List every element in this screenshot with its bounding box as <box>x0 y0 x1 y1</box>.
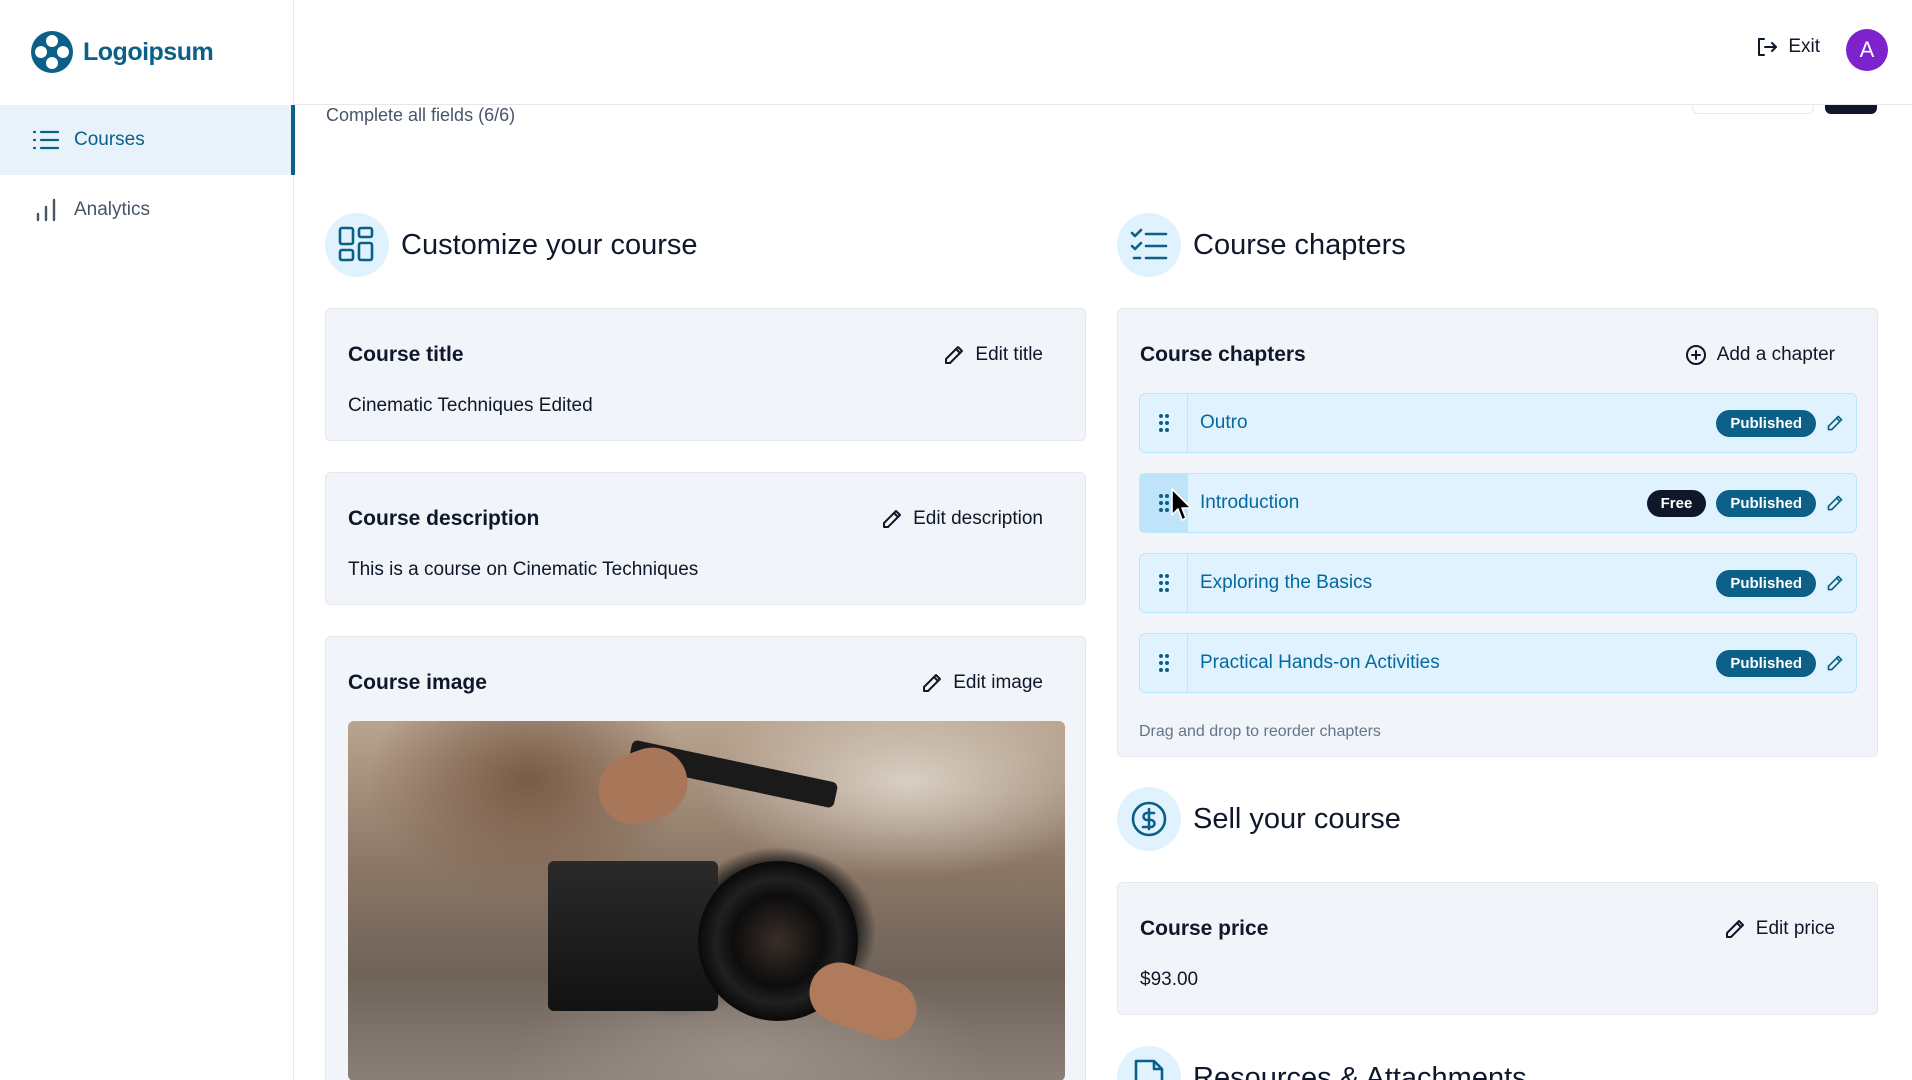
chapter-item[interactable]: Outro Published <box>1139 393 1857 453</box>
course-image <box>348 721 1065 1080</box>
section-title: Customize your course <box>401 228 698 261</box>
pencil-icon <box>1725 920 1744 938</box>
status-badge: Published <box>1716 409 1816 437</box>
dollar-circle-icon <box>1117 787 1181 851</box>
course-price-value: $93.00 <box>1140 969 1199 990</box>
pencil-icon[interactable] <box>1826 414 1844 432</box>
status-badge: Published <box>1716 569 1816 597</box>
chapter-title: Exploring the Basics <box>1200 572 1373 593</box>
card-title: Course chapters <box>1140 343 1306 366</box>
card-title: Course price <box>1140 917 1269 940</box>
reorder-hint: Drag and drop to reorder chapters <box>1139 723 1381 740</box>
course-description-value: This is a course on Cinematic Techniques <box>348 559 699 580</box>
edit-description-label: Edit description <box>913 508 1043 529</box>
grip-vertical-icon[interactable] <box>1140 554 1188 612</box>
plus-circle-icon <box>1685 345 1706 365</box>
list-icon <box>32 126 60 154</box>
chapter-item[interactable]: Introduction Free Published <box>1139 473 1857 533</box>
exit-button[interactable]: Exit <box>1756 36 1820 58</box>
sell-section-header: Sell your course <box>1117 787 1401 851</box>
free-badge: Free <box>1646 489 1707 517</box>
edit-image-button[interactable]: Edit image <box>921 672 1043 694</box>
edit-price-label: Edit price <box>1755 918 1835 939</box>
course-title-value: Cinematic Techniques Edited <box>348 395 593 416</box>
course-title-card: Course title Edit title Cinematic Techni… <box>325 308 1086 441</box>
topbar: Exit A <box>294 0 1912 105</box>
grip-vertical-icon[interactable] <box>1140 394 1188 452</box>
status-badge: Published <box>1716 649 1816 677</box>
course-image-card: Course image Edit image <box>325 636 1086 1080</box>
edit-image-label: Edit image <box>953 672 1043 693</box>
edit-description-button[interactable]: Edit description <box>881 508 1043 530</box>
pencil-icon <box>923 674 942 692</box>
status-badge: Published <box>1716 489 1816 517</box>
pencil-icon <box>945 346 964 364</box>
avatar[interactable]: A <box>1846 29 1888 71</box>
add-chapter-label: Add a chapter <box>1716 344 1835 365</box>
customize-section-header: Customize your course <box>325 213 698 277</box>
logo-icon <box>31 31 73 73</box>
sidebar-item-label: Courses <box>74 129 145 150</box>
chapter-item[interactable]: Exploring the Basics Published <box>1139 553 1857 613</box>
card-title: Course title <box>348 343 464 366</box>
mouse-cursor-icon <box>1170 487 1194 528</box>
chapter-item[interactable]: Practical Hands-on Activities Published <box>1139 633 1857 693</box>
grip-vertical-icon[interactable] <box>1140 634 1188 692</box>
card-title: Course image <box>348 671 487 694</box>
file-icon <box>1117 1046 1181 1080</box>
section-title: Resources & Attachments <box>1193 1061 1527 1080</box>
layout-dashboard-icon <box>325 213 389 277</box>
edit-title-button[interactable]: Edit title <box>943 344 1043 366</box>
resources-section-header: Resources & Attachments <box>1117 1046 1527 1080</box>
pencil-icon[interactable] <box>1826 494 1844 512</box>
log-out-icon <box>1758 38 1778 56</box>
bar-chart-icon <box>32 196 60 224</box>
course-chapters-card: Course chapters Add a chapter Outro Publ… <box>1117 308 1878 757</box>
pencil-icon[interactable] <box>1826 654 1844 672</box>
course-price-card: Course price Edit price $93.00 <box>1117 882 1878 1015</box>
course-description-card: Course description Edit description This… <box>325 472 1086 605</box>
chapter-title: Practical Hands-on Activities <box>1200 652 1440 673</box>
sidebar-item-courses[interactable]: Courses <box>0 105 295 175</box>
list-checks-icon <box>1117 213 1181 277</box>
pencil-icon[interactable] <box>1826 574 1844 592</box>
edit-price-button[interactable]: Edit price <box>1724 918 1835 940</box>
chapters-section-header: Course chapters <box>1117 213 1406 277</box>
sidebar-item-analytics[interactable]: Analytics <box>0 175 294 245</box>
completion-status: Complete all fields (6/6) <box>326 105 516 125</box>
sidebar: Logoipsum Courses Analytics <box>0 0 295 1080</box>
add-chapter-button[interactable]: Add a chapter <box>1685 344 1835 366</box>
exit-label: Exit <box>1788 36 1820 57</box>
section-title: Sell your course <box>1193 802 1401 835</box>
card-title: Course description <box>348 507 540 530</box>
brand-name: Logoipsum <box>83 37 214 66</box>
sidebar-item-label: Analytics <box>74 199 151 220</box>
chapter-title: Outro <box>1200 412 1248 433</box>
brand-logo[interactable]: Logoipsum <box>31 31 214 73</box>
edit-title-label: Edit title <box>975 344 1043 365</box>
chapter-title: Introduction <box>1200 492 1300 513</box>
section-title: Course chapters <box>1193 228 1406 261</box>
pencil-icon <box>883 510 902 528</box>
